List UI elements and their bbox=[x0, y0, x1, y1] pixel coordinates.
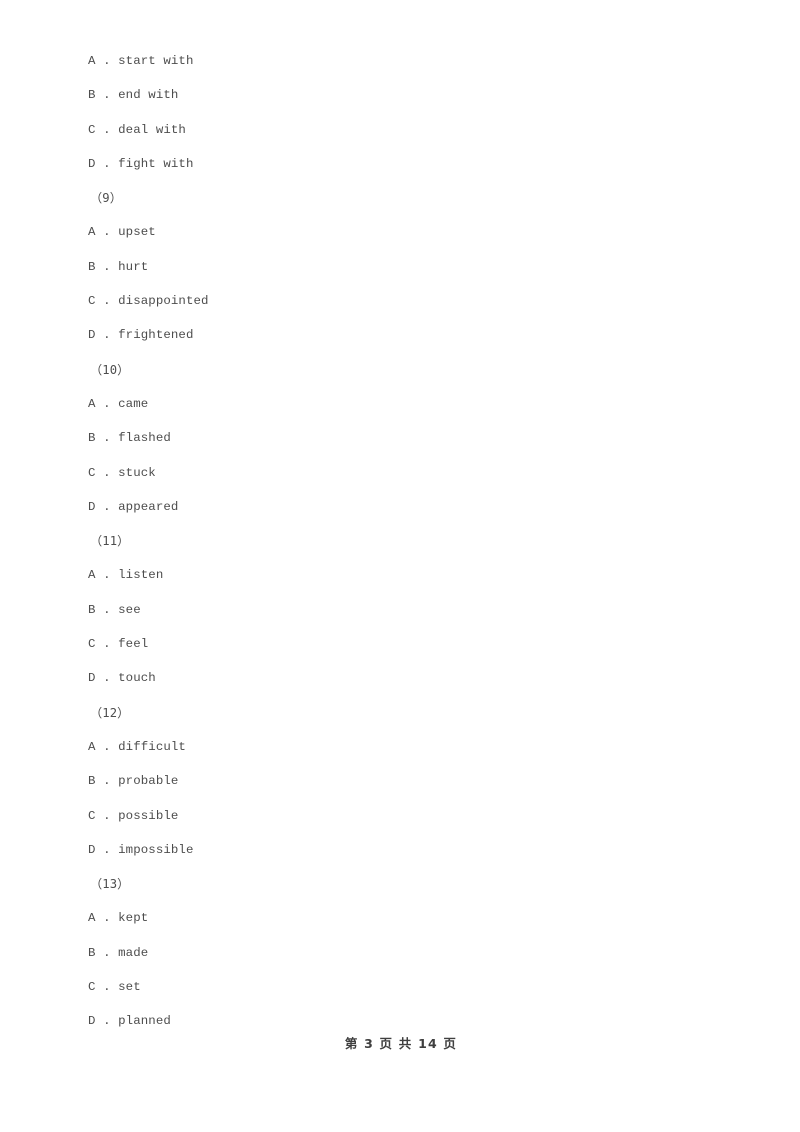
answer-option[interactable]: B . end with bbox=[88, 78, 688, 112]
question-block: A . came B . flashed C . stuck D . appeared… bbox=[88, 387, 688, 558]
answer-option[interactable]: A . start with bbox=[88, 44, 688, 78]
question-block: A . kept B . made C . set D . planned bbox=[88, 901, 688, 1038]
question-number: （11） bbox=[90, 534, 130, 549]
answer-option[interactable]: C . stuck bbox=[88, 456, 688, 490]
answer-option[interactable]: C . set bbox=[88, 970, 688, 1004]
page-footer: 第 3 页 共 14 页 bbox=[0, 1033, 800, 1053]
answer-option[interactable]: D . impossible bbox=[88, 833, 688, 867]
answer-option[interactable]: D . fight with bbox=[88, 147, 688, 181]
answer-option[interactable]: B . flashed bbox=[88, 421, 688, 455]
question-number: （10） bbox=[90, 362, 130, 377]
answer-option[interactable]: B . probable bbox=[88, 764, 688, 798]
answer-option[interactable]: D . frightened bbox=[88, 318, 688, 352]
answer-option[interactable]: A . listen bbox=[88, 558, 688, 592]
page-number-label: 第 3 页 共 14 页 bbox=[344, 1036, 458, 1051]
answer-option[interactable]: B . hurt bbox=[88, 250, 688, 284]
answer-option[interactable]: B . see bbox=[88, 593, 688, 627]
question-block: A . difficult B . probable C . possible D .… bbox=[88, 730, 688, 901]
question-number: （9） bbox=[90, 191, 123, 206]
answer-option[interactable]: D . appeared bbox=[88, 490, 688, 524]
answer-option[interactable]: A . upset bbox=[88, 215, 688, 249]
answer-option[interactable]: C . possible bbox=[88, 799, 688, 833]
question-number: （12） bbox=[90, 705, 130, 720]
answer-option[interactable]: C . deal with bbox=[88, 113, 688, 147]
question-block: A . upset B . hurt C . disappointed D . fri… bbox=[88, 215, 688, 386]
answer-option[interactable]: A . difficult bbox=[88, 730, 688, 764]
answer-option[interactable]: C . feel bbox=[88, 627, 688, 661]
answer-option[interactable]: C . disappointed bbox=[88, 284, 688, 318]
question-number: （13） bbox=[90, 877, 130, 892]
answer-option[interactable]: A . kept bbox=[88, 901, 688, 935]
answer-option[interactable]: B . made bbox=[88, 936, 688, 970]
question-content-column: A . start with B . end with C . deal with D… bbox=[88, 44, 688, 1039]
answer-option[interactable]: A . came bbox=[88, 387, 688, 421]
answer-option[interactable]: D . touch bbox=[88, 661, 688, 695]
document-page: A . start with B . end with C . deal with D… bbox=[0, 0, 800, 1132]
question-block: A . start with B . end with C . deal with D… bbox=[88, 44, 688, 215]
question-block: A . listen B . see C . feel D . touch （12） bbox=[88, 558, 688, 729]
